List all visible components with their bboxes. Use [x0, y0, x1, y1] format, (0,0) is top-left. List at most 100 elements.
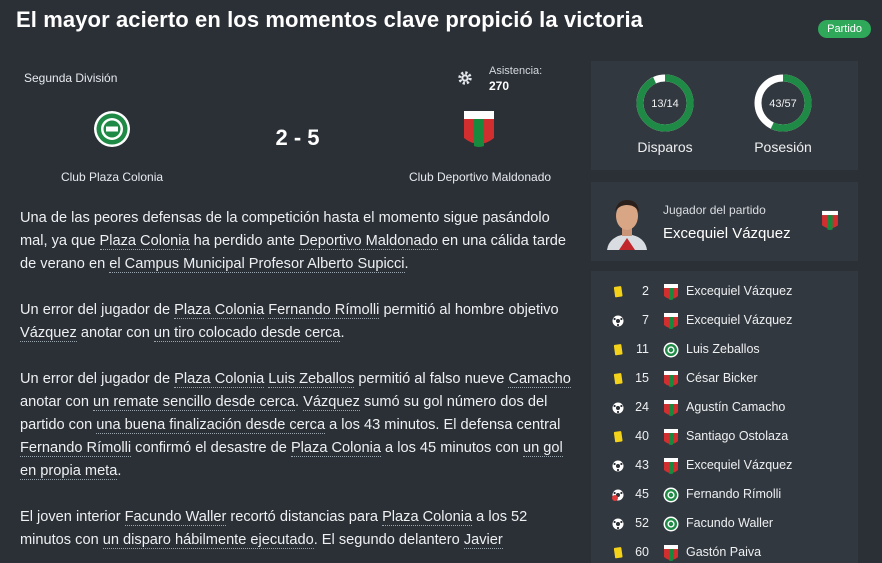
match-report: Una de las peores defensas de la competi… [20, 207, 575, 553]
report-text: anotar con [76, 325, 154, 341]
event-player-name[interactable]: Agustín Camacho [686, 400, 785, 414]
event-player-name[interactable]: Luis Zeballos [686, 342, 760, 356]
player-of-match-name[interactable]: Excequiel Vázquez [663, 225, 791, 242]
away-team-crest-icon [664, 458, 678, 474]
report-paragraph: Una de las peores defensas de la competi… [20, 207, 575, 276]
gear-icon[interactable] [457, 70, 473, 86]
event-row[interactable]: 45 Fernando Rímolli [591, 480, 858, 509]
competition-name[interactable]: Segunda División [24, 71, 117, 85]
event-row[interactable]: 40 Santiago Ostolaza [591, 422, 858, 451]
goal-ball-icon [612, 402, 624, 414]
event-player-name[interactable]: Excequiel Vázquez [686, 313, 792, 327]
yellow-card-icon [613, 547, 623, 559]
shots-label: Disparos [637, 139, 693, 155]
report-link[interactable]: Luis Zeballos [268, 371, 355, 388]
report-link[interactable]: Facundo Waller [124, 509, 227, 526]
event-minute: 40 [635, 429, 649, 443]
match-score: 2 - 5 [275, 125, 320, 150]
player-of-match-title: Jugador del partido [663, 203, 766, 217]
report-link[interactable]: Plaza Colonia [174, 302, 265, 319]
report-text: ha perdido ante [189, 233, 300, 249]
event-row[interactable]: 15 César Bicker [591, 364, 858, 393]
page-title: El mayor acierto en los momentos clave p… [16, 7, 644, 32]
own-goal-ball-icon [612, 489, 624, 501]
event-player-name[interactable]: Gastón Paiva [686, 545, 761, 559]
report-text: permitió al hombre objetivo [379, 302, 559, 318]
report-text: Un error del jugador de [20, 302, 175, 318]
report-text: a los 45 minutos con [381, 440, 523, 456]
player-of-match-panel[interactable]: Jugador del partido Excequiel Vázquez [591, 182, 858, 261]
event-minute: 11 [636, 342, 649, 356]
player-avatar [607, 200, 647, 250]
event-minute: 24 [635, 400, 649, 414]
yellow-card-icon [613, 431, 623, 443]
report-link[interactable]: un tiro colocado desde cerca [153, 325, 341, 342]
event-player-name[interactable]: Santiago Ostolaza [686, 429, 788, 443]
report-link[interactable]: Vázquez [303, 394, 360, 411]
report-text: confirmó el desastre de [131, 440, 291, 456]
shots-value: 13/14 [651, 98, 679, 110]
report-link[interactable]: una buena finalización desde cerca [96, 417, 326, 434]
report-link[interactable]: Fernando Rímolli [20, 440, 132, 457]
event-player-name[interactable]: Excequiel Vázquez [686, 284, 792, 298]
goal-ball-icon [612, 460, 624, 472]
away-team-crest-icon [822, 210, 838, 230]
possession-gauge: 43/57 [754, 74, 812, 132]
home-team-crest-icon[interactable] [93, 110, 131, 148]
category-badge[interactable]: Partido [818, 20, 871, 38]
event-row[interactable]: 60 Gastón Paiva [591, 538, 858, 563]
event-player-name[interactable]: Excequiel Vázquez [686, 458, 792, 472]
report-link[interactable]: un remate sencillo desde cerca [93, 394, 296, 411]
home-team-crest-icon [663, 516, 679, 532]
attendance-value: 270 [489, 79, 510, 93]
match-events-panel: 2 Excequiel Vázquez 7 Excequiel Vázquez 11 Lu… [591, 271, 858, 563]
home-team-name[interactable]: Club Plaza Colonia [22, 170, 202, 184]
away-team-crest-icon[interactable] [462, 110, 496, 150]
report-link[interactable]: Plaza Colonia [290, 440, 381, 457]
home-team-crest-icon [663, 487, 679, 503]
event-row[interactable]: 11 Luis Zeballos [591, 335, 858, 364]
event-row[interactable]: 52 Facundo Waller [591, 509, 858, 538]
report-text: Un error del jugador de [20, 371, 175, 387]
report-paragraph: Un error del jugador de Plaza Colonia Fe… [20, 299, 575, 345]
event-row[interactable]: 2 Excequiel Vázquez [591, 277, 858, 306]
away-team-crest-icon [664, 400, 678, 416]
report-link[interactable]: Plaza Colonia [382, 509, 473, 526]
event-minute: 2 [642, 284, 649, 298]
home-team-crest-icon [663, 342, 679, 358]
away-team-crest-icon [664, 284, 678, 300]
event-player-name[interactable]: César Bicker [686, 371, 758, 385]
yellow-card-icon [613, 286, 623, 298]
shots-gauge: 13/14 [636, 74, 694, 132]
event-row[interactable]: 24 Agustín Camacho [591, 393, 858, 422]
event-row[interactable]: 7 Excequiel Vázquez [591, 306, 858, 335]
match-stats-panel: 13/14 Disparos 43/57 Posesión [591, 61, 858, 170]
report-text: recortó distancias para [226, 509, 383, 525]
event-minute: 52 [635, 516, 649, 530]
event-minute: 45 [635, 487, 649, 501]
event-row[interactable]: 43 Excequiel Vázquez [591, 451, 858, 480]
report-text: permitió al falso nueve [354, 371, 509, 387]
goal-ball-icon [612, 315, 624, 327]
report-link[interactable]: Plaza Colonia [174, 371, 265, 388]
away-team-name[interactable]: Club Deportivo Maldonado [390, 170, 570, 184]
away-team-crest-icon [664, 371, 678, 387]
report-link[interactable]: Fernando Rímolli [268, 302, 380, 319]
report-link[interactable]: Deportivo Maldonado [299, 233, 438, 250]
possession-label: Posesión [754, 139, 812, 155]
event-minute: 60 [635, 545, 649, 559]
report-link[interactable]: un disparo hábilmente ejecutado [102, 532, 314, 549]
event-player-name[interactable]: Facundo Waller [686, 516, 773, 530]
away-team-crest-icon [664, 545, 678, 561]
report-text: anotar con [20, 394, 94, 410]
report-text: . [295, 394, 304, 410]
possession-value: 43/57 [769, 98, 797, 110]
match-summary: Segunda División Asistencia: 270 2 - 5 C… [0, 55, 580, 195]
report-link[interactable]: Vázquez [20, 325, 77, 342]
report-link[interactable]: Camacho [508, 371, 571, 388]
yellow-card-icon [613, 373, 623, 385]
report-text: . [340, 325, 345, 341]
event-player-name[interactable]: Fernando Rímolli [686, 487, 781, 501]
report-link[interactable]: el Campus Municipal Profesor Alberto Sup… [109, 256, 405, 273]
report-link[interactable]: Plaza Colonia [99, 233, 190, 250]
